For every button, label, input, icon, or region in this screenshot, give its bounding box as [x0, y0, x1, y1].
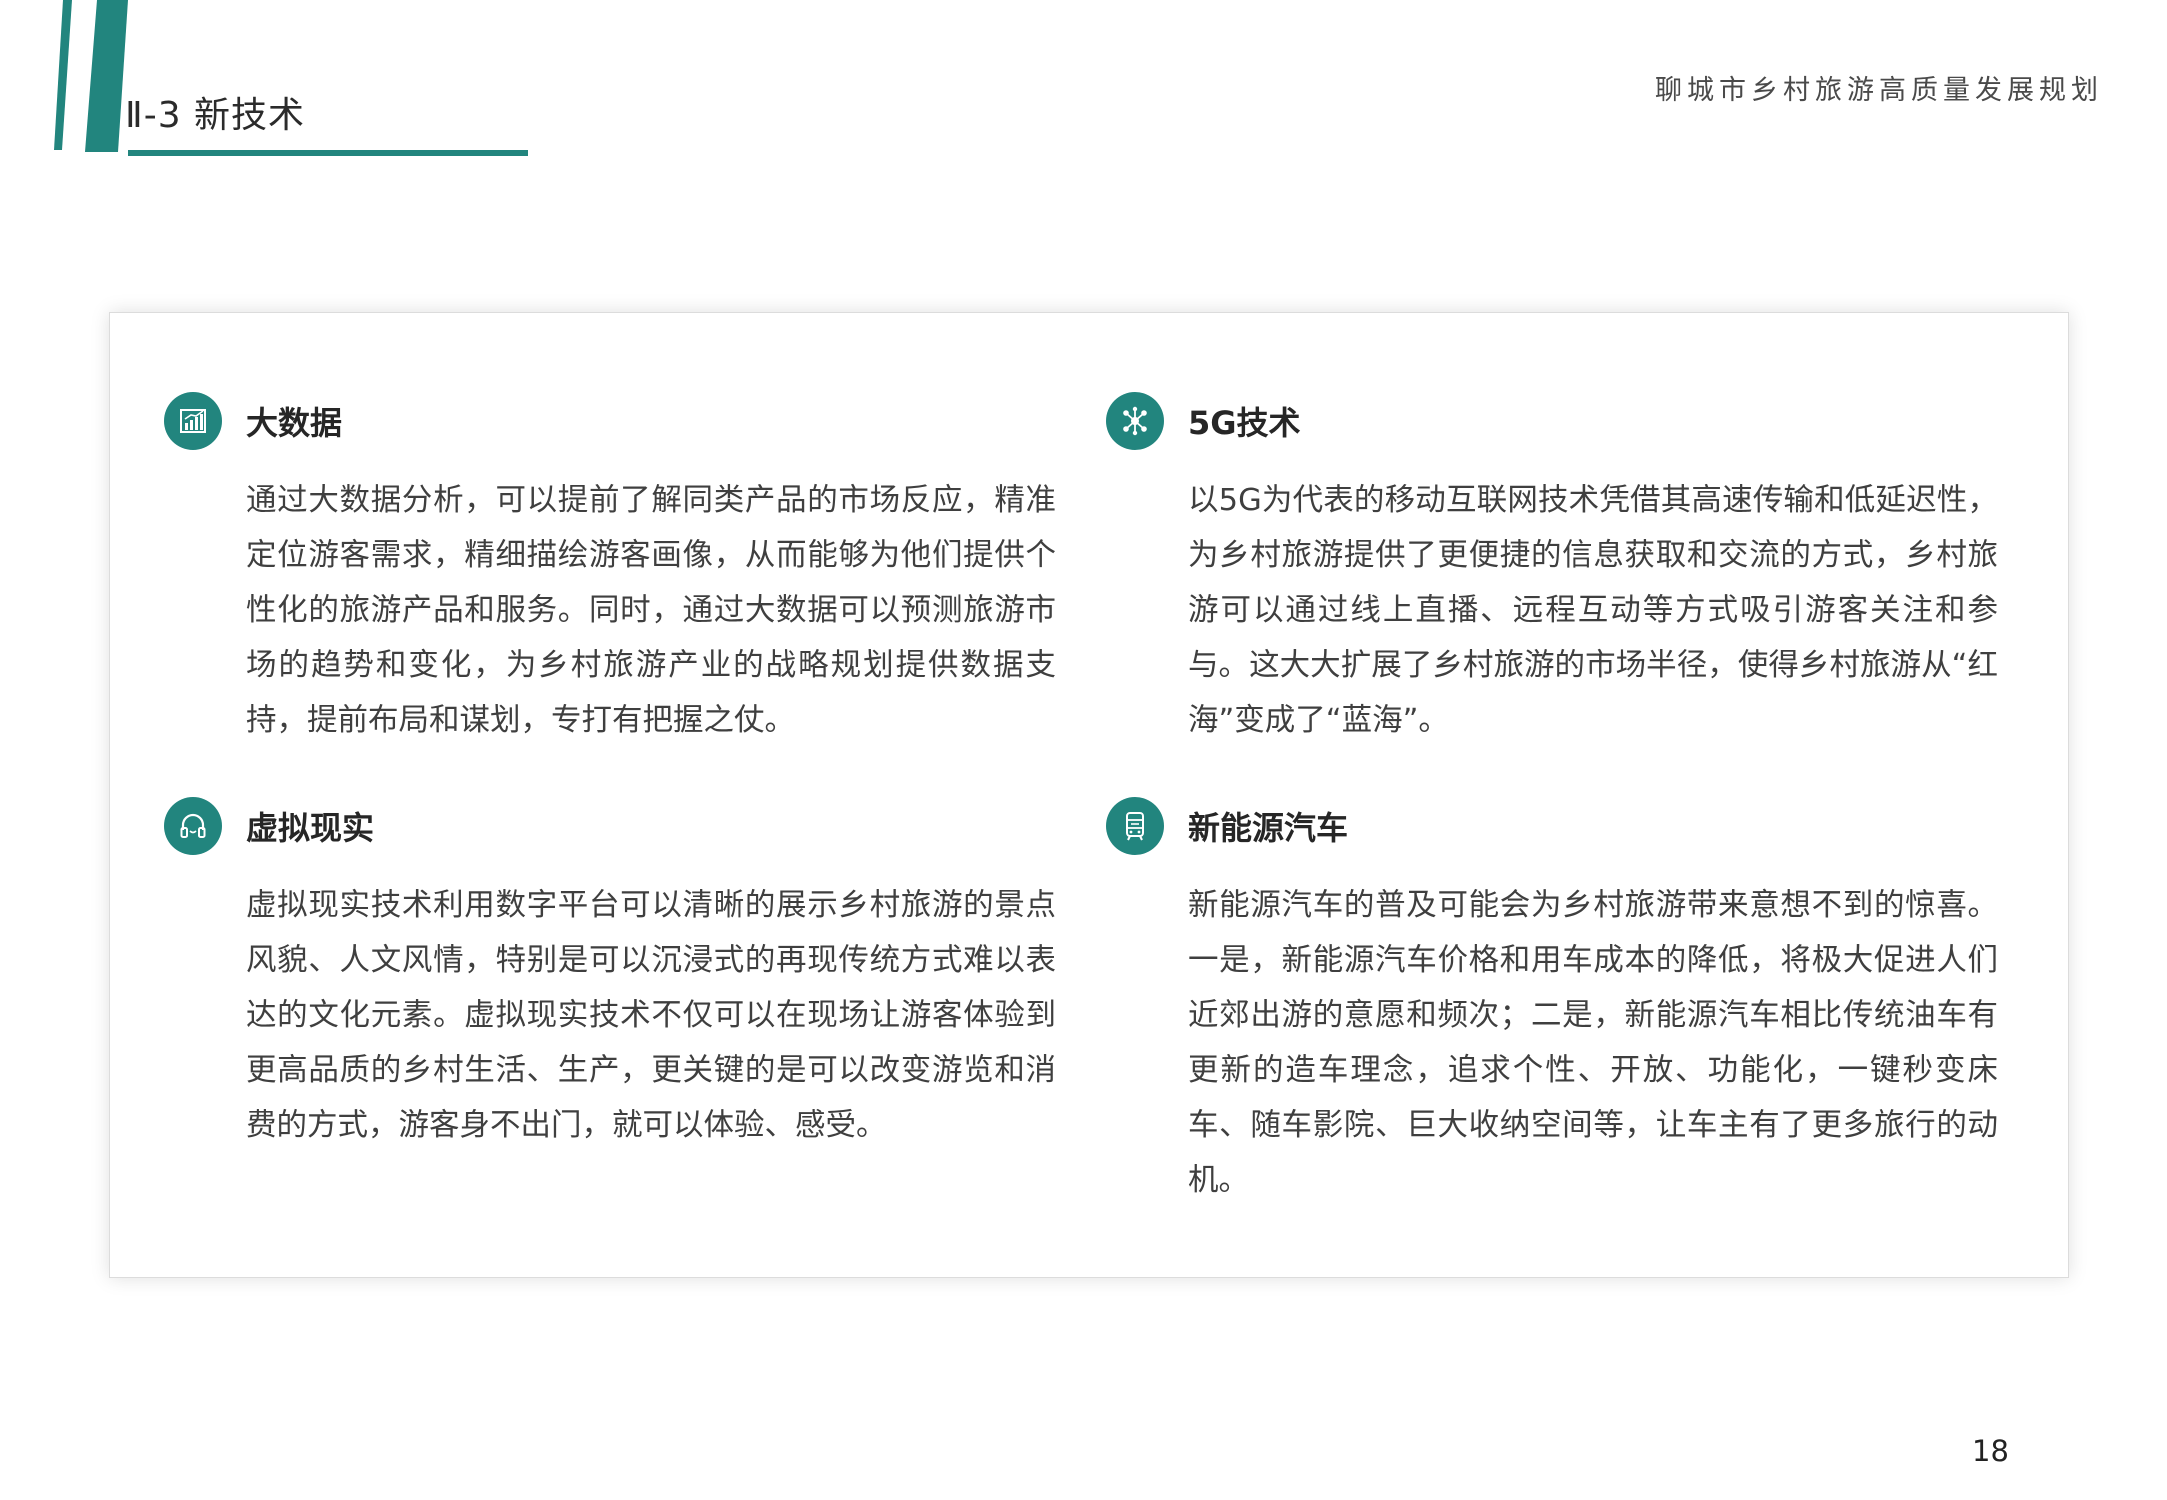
item-title: 5G技术	[1188, 404, 1301, 442]
section-title-underline	[128, 150, 528, 156]
network-icon	[1106, 392, 1164, 450]
vehicle-icon	[1106, 797, 1164, 855]
headphones-icon	[164, 797, 222, 855]
item-title: 虚拟现实	[246, 809, 375, 847]
page-number: 18	[1972, 1434, 2009, 1468]
item-big-data: 大数据 通过大数据分析，可以提前了解同类产品的市场反应，精准定位游客需求，精细描…	[164, 391, 1056, 748]
item-new-energy-vehicle: 新能源汽车 新能源汽车的普及可能会为乡村旅游带来意想不到的惊喜。一是，新能源汽车…	[1106, 796, 1998, 1208]
document-name: 聊城市乡村旅游高质量发展规划	[1655, 75, 2103, 106]
item-body: 通过大数据分析，可以提前了解同类产品的市场反应，精准定位游客需求，精细描绘游客画…	[246, 483, 1056, 738]
header-accent-stripes	[54, 0, 128, 152]
item-body: 以5G为代表的移动互联网技术凭借其高速传输和低延迟性，为乡村旅游提供了更便捷的信…	[1188, 483, 1998, 738]
bar-chart-icon	[164, 392, 222, 450]
item-title: 新能源汽车	[1188, 809, 1349, 847]
item-body: 虚拟现实技术利用数字平台可以清晰的展示乡村旅游的景点风貌、人文风情，特别是可以沉…	[246, 888, 1056, 1143]
item-5g: 5G技术 以5G为代表的移动互联网技术凭借其高速传输和低延迟性，为乡村旅游提供了…	[1106, 391, 1998, 748]
section-title: Ⅱ-3 新技术	[125, 95, 306, 136]
item-virtual-reality: 虚拟现实 虚拟现实技术利用数字平台可以清晰的展示乡村旅游的景点风貌、人文风情，特…	[164, 796, 1056, 1153]
content-card: 大数据 通过大数据分析，可以提前了解同类产品的市场反应，精准定位游客需求，精细描…	[109, 312, 2069, 1278]
item-title: 大数据	[246, 404, 343, 442]
item-body: 新能源汽车的普及可能会为乡村旅游带来意想不到的惊喜。一是，新能源汽车价格和用车成…	[1188, 888, 1998, 1198]
